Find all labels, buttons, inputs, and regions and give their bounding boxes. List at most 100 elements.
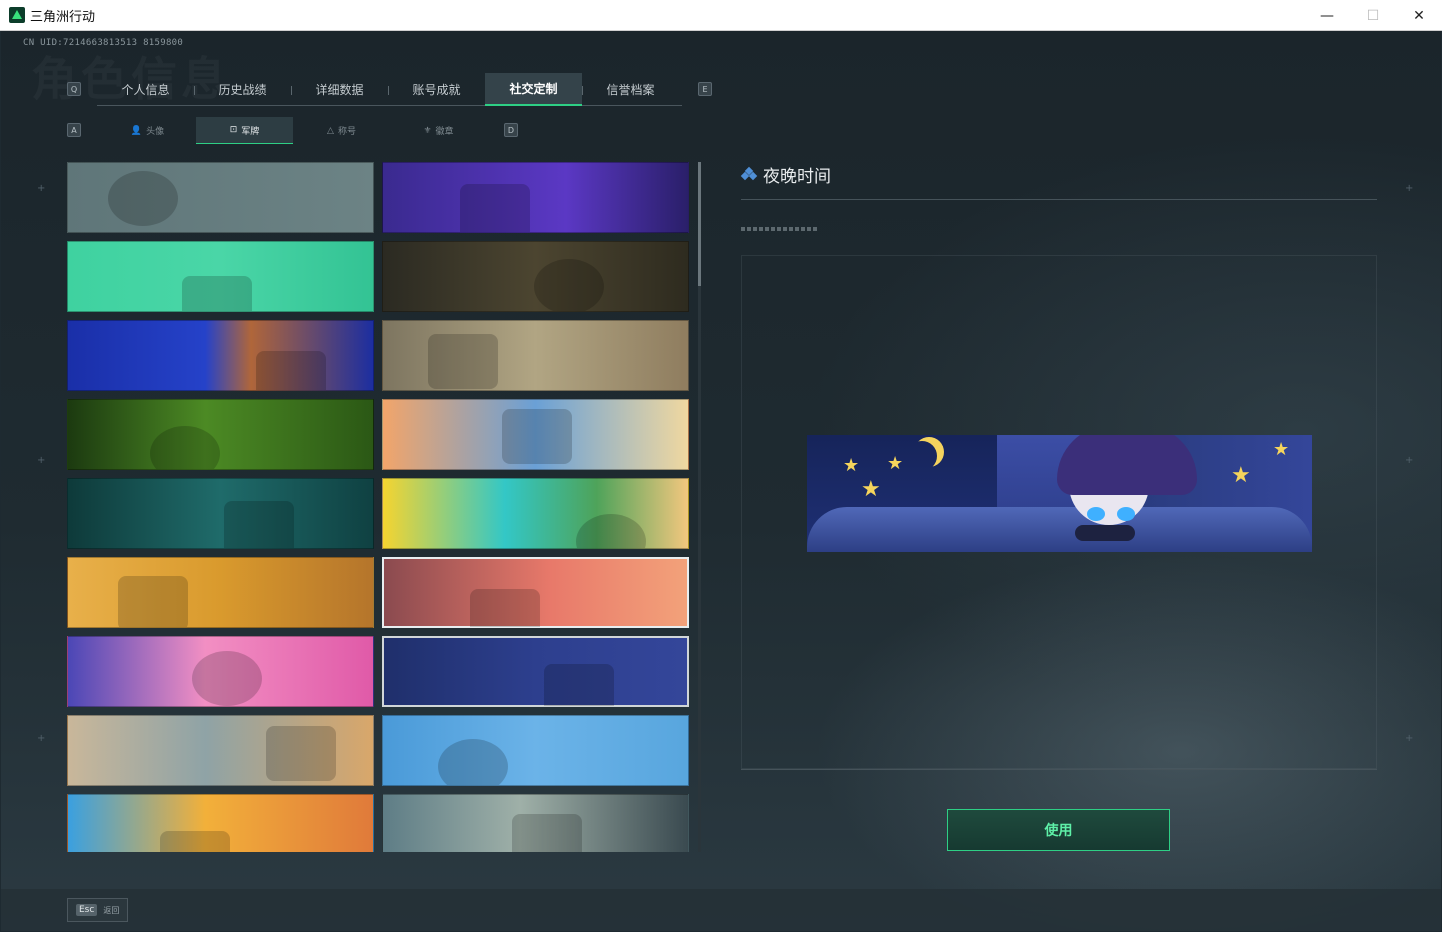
footer-bar <box>1 889 1441 931</box>
app-logo-icon <box>9 7 25 23</box>
diamond-icon <box>740 166 758 182</box>
key-hint-e: E <box>698 82 712 96</box>
card-sniper-desert[interactable] <box>382 320 689 391</box>
title-icon: △ <box>327 125 334 136</box>
preview-game-controller <box>1075 525 1135 541</box>
card-delta-logo[interactable] <box>67 162 374 233</box>
detail-bottom-divider <box>741 769 1377 770</box>
card-purple-device[interactable] <box>382 162 689 233</box>
card-art <box>160 831 230 852</box>
tab-0[interactable]: 个人信息 <box>97 73 194 106</box>
card-art <box>438 739 508 785</box>
card-art <box>256 351 326 390</box>
grid-scrollbar-thumb[interactable] <box>698 162 701 286</box>
crosshair-mark: + <box>1405 455 1414 466</box>
preview-eye <box>1117 507 1135 521</box>
card-market[interactable] <box>67 794 374 852</box>
close-button[interactable]: ✕ <box>1396 0 1442 31</box>
subtab-label: 头像 <box>146 127 165 137</box>
window-titlebar: 三角洲行动 — ☐ ✕ <box>0 0 1442 31</box>
crosshair-mark: + <box>1405 183 1414 194</box>
subtab-label: 徽章 <box>435 127 454 137</box>
game-screen: 角色信息 CN UID:7214663813513 8159800 Q 个人信息… <box>1 31 1441 931</box>
player-uid: CN UID:7214663813513 8159800 <box>23 38 184 48</box>
star-icon: ★ <box>1231 463 1251 488</box>
card-art <box>534 259 604 311</box>
tab-1[interactable]: 历史战绩 <box>194 73 291 106</box>
sub-tabs: 👤 头像 ⊡ 军牌 △ 称号 ⚜ 徽章 <box>99 117 487 144</box>
card-art <box>192 651 262 706</box>
crosshair-mark: + <box>37 455 46 466</box>
key-hint-a: A <box>67 123 81 137</box>
preview-eye <box>1087 507 1105 521</box>
detail-header: 夜晚时间 <box>740 162 831 187</box>
card-sunset-girl[interactable] <box>382 557 689 628</box>
card-art <box>224 501 294 548</box>
star-icon: ★ <box>1273 439 1290 460</box>
window-title: 三角洲行动 <box>30 9 96 25</box>
card-gym[interactable] <box>67 478 374 549</box>
minimize-button[interactable]: — <box>1304 0 1350 31</box>
esc-key-icon: Esc <box>76 904 98 916</box>
subtab-label: 称号 <box>337 127 356 137</box>
detail-subtext-placeholder <box>741 227 819 231</box>
card-music-headphones[interactable] <box>382 478 689 549</box>
card-art <box>182 276 252 311</box>
tab-3[interactable]: 账号成就 <box>388 73 485 106</box>
card-weapons-table[interactable] <box>382 241 689 312</box>
crosshair-mark: + <box>37 183 46 194</box>
card-shiba-squad[interactable] <box>382 715 689 786</box>
card-art <box>470 589 540 627</box>
crosshair-mark: + <box>1405 733 1414 744</box>
crosshair-mark: + <box>37 733 46 744</box>
back-label: 返回 <box>103 905 120 915</box>
tab-5[interactable]: 信誉档案 <box>582 73 679 106</box>
detail-title: 夜晚时间 <box>763 167 831 187</box>
tab-2[interactable]: 详细数据 <box>291 73 388 106</box>
card-art <box>460 184 530 232</box>
person-icon: 👤 <box>130 125 143 136</box>
subtab-label: 军牌 <box>241 126 260 137</box>
subtab-0[interactable]: 👤 头像 <box>99 117 196 144</box>
tab-4[interactable]: 社交定制 <box>485 73 582 106</box>
card-night-time[interactable] <box>382 636 689 707</box>
dogtag-icon: ⊡ <box>229 125 238 135</box>
card-night-vision[interactable] <box>67 399 374 470</box>
preview-banner-image: ★ ★ ★ ★ ★ ★ <box>807 435 1312 552</box>
card-beach[interactable] <box>67 715 374 786</box>
card-pink-train[interactable] <box>67 636 374 707</box>
card-art <box>150 426 220 469</box>
window-controls: — ☐ ✕ <box>1304 0 1442 31</box>
star-icon: ★ <box>861 477 881 502</box>
key-hint-d: D <box>504 123 518 137</box>
card-surreal-desert[interactable] <box>67 557 374 628</box>
key-hint-q: Q <box>67 82 81 96</box>
use-button[interactable]: 使用 <box>947 809 1170 851</box>
card-art <box>576 514 646 548</box>
main-tabs: 个人信息 历史战绩 详细数据 账号成就 社交定制 信誉档案 <box>97 73 682 106</box>
card-art <box>118 576 188 627</box>
card-art <box>108 171 178 226</box>
card-green-cartoon[interactable] <box>67 241 374 312</box>
preview-character-hat <box>1057 435 1197 495</box>
star-icon: ★ <box>887 453 904 474</box>
card-art <box>512 814 582 852</box>
dogtag-grid <box>67 162 691 852</box>
back-button[interactable]: Esc 返回 <box>67 898 128 922</box>
subtab-1[interactable]: ⊡ 军牌 <box>196 117 293 144</box>
card-orange-art[interactable] <box>382 399 689 470</box>
card-art <box>428 334 498 389</box>
card-art <box>502 409 572 464</box>
badge-icon: ⚜ <box>423 125 432 136</box>
preview-blanket <box>807 507 1312 552</box>
detail-divider <box>741 199 1377 200</box>
moon-icon <box>907 441 937 471</box>
card-art <box>544 664 614 706</box>
maximize-button[interactable]: ☐ <box>1350 0 1396 31</box>
subtab-2[interactable]: △ 称号 <box>293 117 390 144</box>
star-icon: ★ <box>843 455 860 476</box>
card-mechanic[interactable] <box>382 794 689 852</box>
card-art <box>266 726 336 781</box>
subtab-3[interactable]: ⚜ 徽章 <box>390 117 487 144</box>
card-blue-glitch[interactable] <box>67 320 374 391</box>
